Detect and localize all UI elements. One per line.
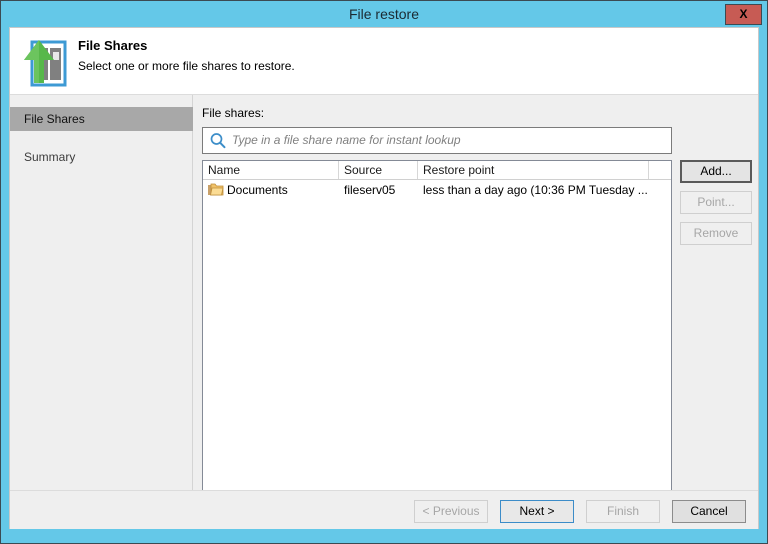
column-header-spacer[interactable]: [649, 161, 671, 179]
column-header-restore-point[interactable]: Restore point: [418, 161, 649, 179]
table-action-buttons: Add... Point... Remove: [680, 160, 752, 253]
search-input[interactable]: Type in a file share name for instant lo…: [202, 127, 672, 154]
previous-button[interactable]: < Previous: [414, 500, 488, 523]
file-restore-dialog: File restore X File Shares Select one or…: [0, 0, 768, 544]
cell-name: Documents: [208, 180, 339, 200]
point-button[interactable]: Point...: [680, 191, 752, 214]
next-button[interactable]: Next >: [500, 500, 574, 523]
cell-source: fileserv05: [344, 183, 396, 197]
sidebar-item-file-shares[interactable]: File Shares: [10, 107, 193, 131]
file-share-restore-icon: [18, 33, 70, 89]
table-row[interactable]: Documents fileserv05 less than a day ago…: [203, 180, 671, 200]
cell-restore-point: less than a day ago (10:36 PM Tuesday ..…: [423, 183, 648, 197]
column-header-source[interactable]: Source: [339, 161, 418, 179]
page-title: File Shares: [78, 38, 148, 53]
title-bar: File restore X: [1, 1, 767, 27]
wizard-steps-sidebar: File Shares Summary: [10, 95, 193, 529]
cancel-button[interactable]: Cancel: [672, 500, 746, 523]
wizard-header: File Shares Select one or more file shar…: [10, 28, 758, 95]
table-header-row: Name Source Restore point: [203, 161, 671, 180]
folder-icon: [208, 183, 224, 197]
page-subtitle: Select one or more file shares to restor…: [78, 59, 295, 73]
dialog-footer: < Previous Next > Finish Cancel: [10, 490, 758, 529]
sidebar-item-summary[interactable]: Summary: [10, 145, 193, 169]
close-button[interactable]: X: [725, 4, 762, 25]
window-title: File restore: [348, 6, 420, 22]
column-header-name[interactable]: Name: [203, 161, 339, 179]
finish-button[interactable]: Finish: [586, 500, 660, 523]
search-placeholder: Type in a file share name for instant lo…: [232, 133, 461, 147]
add-button[interactable]: Add...: [680, 160, 752, 183]
dialog-client-area: File Shares Select one or more file shar…: [9, 27, 759, 529]
cell-name-text: Documents: [227, 183, 288, 197]
search-icon: [209, 132, 227, 150]
main-panel: File shares: Type in a file share name f…: [194, 95, 758, 529]
file-shares-label: File shares:: [202, 106, 265, 120]
remove-button[interactable]: Remove: [680, 222, 752, 245]
file-shares-table[interactable]: Name Source Restore point Documents file…: [202, 160, 672, 506]
